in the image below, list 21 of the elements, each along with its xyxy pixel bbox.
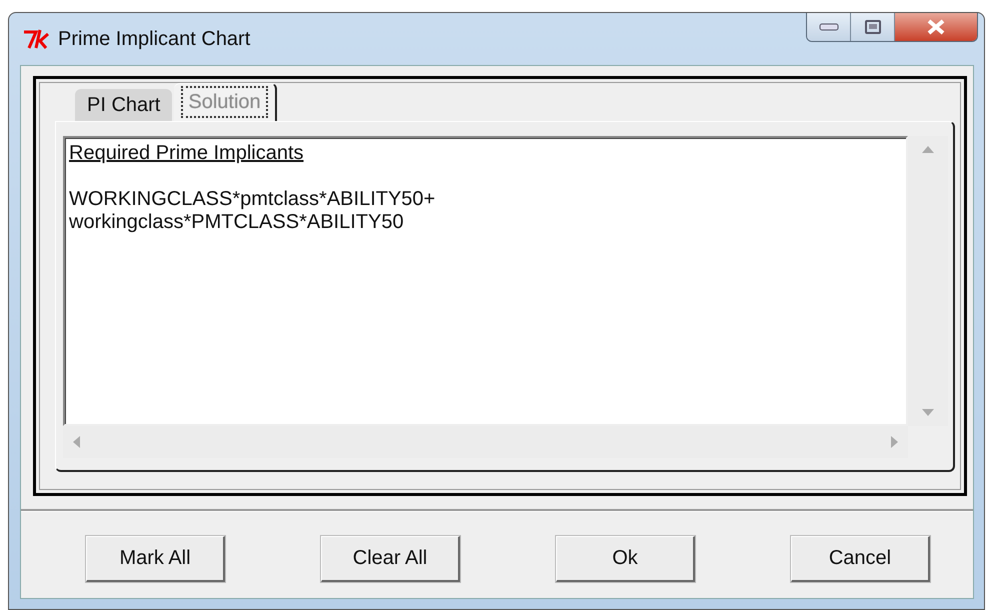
- minimize-icon: [818, 23, 838, 31]
- maximize-button[interactable]: [851, 13, 895, 41]
- section-heading: Required Prime Implicants: [69, 142, 305, 165]
- maximize-icon: [864, 20, 880, 34]
- window-title: Prime Implicant Chart: [58, 28, 252, 50]
- tab[interactable]: PI Chart: [75, 89, 172, 121]
- expression-line: WORKINGCLASS*pmtclass*ABILITY50+: [69, 188, 436, 211]
- down-arrow-icon[interactable]: [922, 409, 934, 416]
- left-arrow-icon[interactable]: [73, 436, 80, 448]
- expression-line: workingclass*PMTCLASS*ABILITY50: [69, 211, 405, 234]
- minimize-button[interactable]: [807, 13, 851, 41]
- dialog-button[interactable]: Mark All: [86, 536, 225, 582]
- dialog-button[interactable]: Clear All: [321, 536, 460, 582]
- right-arrow-icon[interactable]: [891, 436, 898, 448]
- close-button[interactable]: [895, 13, 977, 41]
- dialog-button[interactable]: Ok: [556, 536, 695, 582]
- text-area[interactable]: Required Prime Implicants WORKINGCLASS*pmtclass*ABILITY50+ workingclass*PMTCLASS*ABILITY50: [63, 136, 908, 426]
- up-arrow-icon[interactable]: [922, 146, 934, 153]
- tk-logo-icon: [22, 28, 50, 50]
- dialog-button[interactable]: Cancel: [791, 536, 930, 582]
- close-icon: [927, 19, 945, 35]
